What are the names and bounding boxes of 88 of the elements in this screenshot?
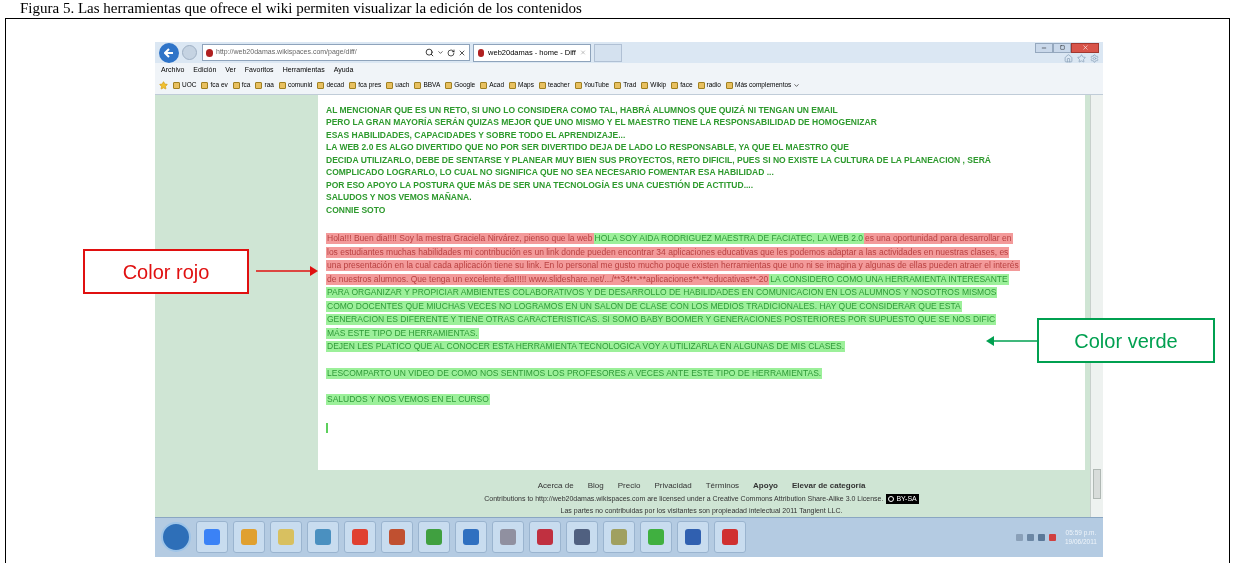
app-icon[interactable] xyxy=(455,521,487,554)
caret-icon[interactable] xyxy=(437,49,444,57)
maximize-icon xyxy=(1059,45,1065,51)
app-icon[interactable] xyxy=(640,521,672,554)
inserted-text: MÁS ESTE TIPO DE HERRAMIENTAS. xyxy=(326,327,479,339)
page-icon xyxy=(697,81,705,89)
page-icon xyxy=(317,81,325,89)
page-icon xyxy=(232,81,240,89)
arrow xyxy=(256,265,318,277)
app-icon[interactable] xyxy=(603,521,635,554)
comment-line: COMPLICADO LOGRARLO, LO CUAL NO SIGNIFICA QUE NO SEA NECESARIO FOMENTAR ESA HABILIDAD ... xyxy=(326,166,774,179)
app-icon[interactable] xyxy=(492,521,524,554)
refresh-icon[interactable] xyxy=(447,48,455,57)
page-icon xyxy=(386,81,394,89)
maximize-button[interactable] xyxy=(1053,42,1071,53)
deleted-text: de nuestros alumnos. Que tenga un excelente dia!!!!! www.slideshare.net/.../**34**-**aplicaciones**-**educativas**-20 xyxy=(326,273,770,285)
app-icon[interactable] xyxy=(677,521,709,554)
home-icon[interactable] xyxy=(1064,53,1073,63)
inserted-text: GENERACION ES DIFERENTE Y TIENE OTRAS CARACTERISTICAS. SI SOMO BABY BOOMER Y GENERACIONES POSTERIORES POR SUPUESTO QUE SE NOS DIFIC xyxy=(326,314,997,326)
close-icon[interactable] xyxy=(458,48,466,57)
inserted-text: COMO DOCENTES QUE MIUCHAS VECES NO LOGRAMOS EN UN SALON DE CLASE CON LOS MEDIOS TRADICIONALES. HAY QUE CONSIDERAR QUE ESTA xyxy=(326,300,962,312)
page-icon xyxy=(201,81,209,89)
deleted-text: es una oportunidad para desarrollar en xyxy=(864,233,1013,245)
app-icon[interactable] xyxy=(714,521,746,554)
inserted-text: PARA ORGANIZAR Y PROPICIAR AMBIENTES COLABORATIVOS Y DE DESARROLLO DE HABILIDADES EN COMUNICACION EN LOS ALUMNOS Y NOSOTROS MISMOS xyxy=(326,287,998,299)
deleted-text: Hola!!! Buen dia!!!! Soy la mestra Graciela Nirvárez, pienso que la web xyxy=(326,233,594,245)
app-icon[interactable] xyxy=(381,521,413,554)
comment-line: ESAS HABILIDADES, CAPACIDADES Y SOBRE TODO EL APRENDIZAJE... xyxy=(326,128,626,142)
page-icon xyxy=(671,81,679,89)
footer-link[interactable]: Privacidad xyxy=(654,479,692,492)
minimize-button[interactable] xyxy=(1035,42,1053,53)
footer-link[interactable]: Elevar de categoría xyxy=(791,479,866,492)
footer-link[interactable]: Precio xyxy=(617,479,641,492)
start-button[interactable] xyxy=(161,522,191,553)
page-icon xyxy=(509,81,517,89)
left-arrow-icon xyxy=(164,47,174,58)
page-icon xyxy=(574,81,582,89)
deleted-text: los estudiantes muchas habilidades mi contribución es un link donde pueden encontrar 34 aplicaciones educativas que les podemos adaptar a las actividades en nuestras clases, es xyxy=(326,246,1010,258)
star-icon[interactable] xyxy=(159,80,168,90)
new-tab-button[interactable] xyxy=(594,43,622,62)
page-icon xyxy=(726,81,733,89)
caret-icon xyxy=(793,81,801,89)
settings-icon[interactable] xyxy=(1090,53,1099,63)
app-icon[interactable] xyxy=(529,521,561,554)
callout-label: Color rojo xyxy=(83,249,249,294)
close-button[interactable] xyxy=(1071,42,1099,53)
page-icon xyxy=(480,81,488,89)
page-icon xyxy=(173,81,180,89)
page-icon xyxy=(278,81,286,89)
deleted-text: una presentación en la cual cada aplicación tiene su link. En lo personal me gusto mucho poque existen herramientas que uno ni se imagina y algunas de ellas pueden atraer el interés xyxy=(326,260,1020,272)
inserted-text: LA CONSIDERO COMO UNA HERRAMIENTA INTERESANTE xyxy=(769,273,1009,285)
page-icon xyxy=(255,81,263,89)
star-icon[interactable] xyxy=(1077,53,1086,63)
comment-line: POR ESO APOYO LA POSTURA QUE MÁS DE SER UNA TECNOLOGÍA ES UNA CUESTIÓN DE ACTITUD.... xyxy=(326,178,754,192)
footer-link[interactable]: Términos xyxy=(705,479,740,492)
inserted-text: LESCOMPARTO UN VIDEO DE COMO NOS SENTIMOS LOS PROFESORES A VECES ANTE ESTE TIPO DE HERRAMIENTAS. xyxy=(326,367,823,379)
close-icon xyxy=(1081,44,1089,52)
back-button[interactable] xyxy=(159,42,179,63)
comment-line: PERO LA GRAN MAYORÍA SERÁN QUIZAS MEJOR QUE UNO MISMO Y EL MAESTRO TIENE LA RESPONSABILIDAD DE HOMOGENIZAR xyxy=(326,116,877,129)
app-icon[interactable] xyxy=(196,521,228,554)
inserted-text: HOLA SOY AIDA RODRIGUEZ MAESTRA DE FACIATEC, LA WEB 2.0 xyxy=(593,233,864,245)
text-cursor xyxy=(326,422,328,433)
minimize-icon xyxy=(1041,44,1047,51)
comment-line: AL MENCIONAR QUE ES UN RETO, SI UNO LO CONSIDERA COMO TAL, HABRÁ ALUMNOS QUE QUIZÁ NI TENGAN UN EMAIL xyxy=(326,103,838,117)
app-icon[interactable] xyxy=(344,521,376,554)
footer-link[interactable]: Apoyo xyxy=(753,479,778,492)
page-icon xyxy=(614,81,622,89)
page-icon xyxy=(414,81,422,89)
comment-line: CONNIE SOTO xyxy=(326,203,386,217)
forward-button[interactable] xyxy=(182,45,197,61)
scroll-thumb[interactable] xyxy=(1093,468,1101,499)
app-icon[interactable] xyxy=(418,521,450,554)
comment-line: DECIDA UTILIZARLO, DEBE DE SENTARSE Y PLANEAR MUY BIEN SUS PROYECTOS, RETO DIFICIL, PUES SI NO EXISTE LA CULTURA DE LA PLANEACION , SERÁ xyxy=(326,153,991,167)
app-icon[interactable] xyxy=(566,521,598,554)
page-icon xyxy=(445,81,453,89)
footer-link[interactable]: Blog xyxy=(587,479,604,492)
search-icon[interactable] xyxy=(425,48,434,58)
page-icon xyxy=(349,81,357,89)
app-icon[interactable] xyxy=(307,521,339,554)
page-icon xyxy=(538,81,546,89)
comment-line: SALUDOS Y NOS VEMOS MAÑANA. xyxy=(326,191,472,204)
callout-label: Color verde xyxy=(1037,318,1215,363)
page-icon xyxy=(641,81,649,89)
footer-link[interactable]: Acerca de xyxy=(537,479,574,492)
figure-caption: Figura 5. Las herramientas que ofrece el wiki permiten visualizar la edición de los contenidos xyxy=(19,0,582,18)
inserted-text: SALUDOS Y NOS VEMOS EN EL CURSO xyxy=(326,394,490,406)
inserted-text: DEJEN LES PLATICO QUE AL CONOCER ESTA HERRAMIENTA TECNOLOGICA VOY A UTILIZARLA EN ALGUNAS DE MIS CLASES. xyxy=(326,341,846,353)
comment-line: LA WEB 2.0 ES ALGO DIVERTIDO QUE NO POR SER DIVERTIDO DEJA DE LADO LO RESPONSABLE, YA QUE EL MAESTRO QUE xyxy=(326,141,849,154)
